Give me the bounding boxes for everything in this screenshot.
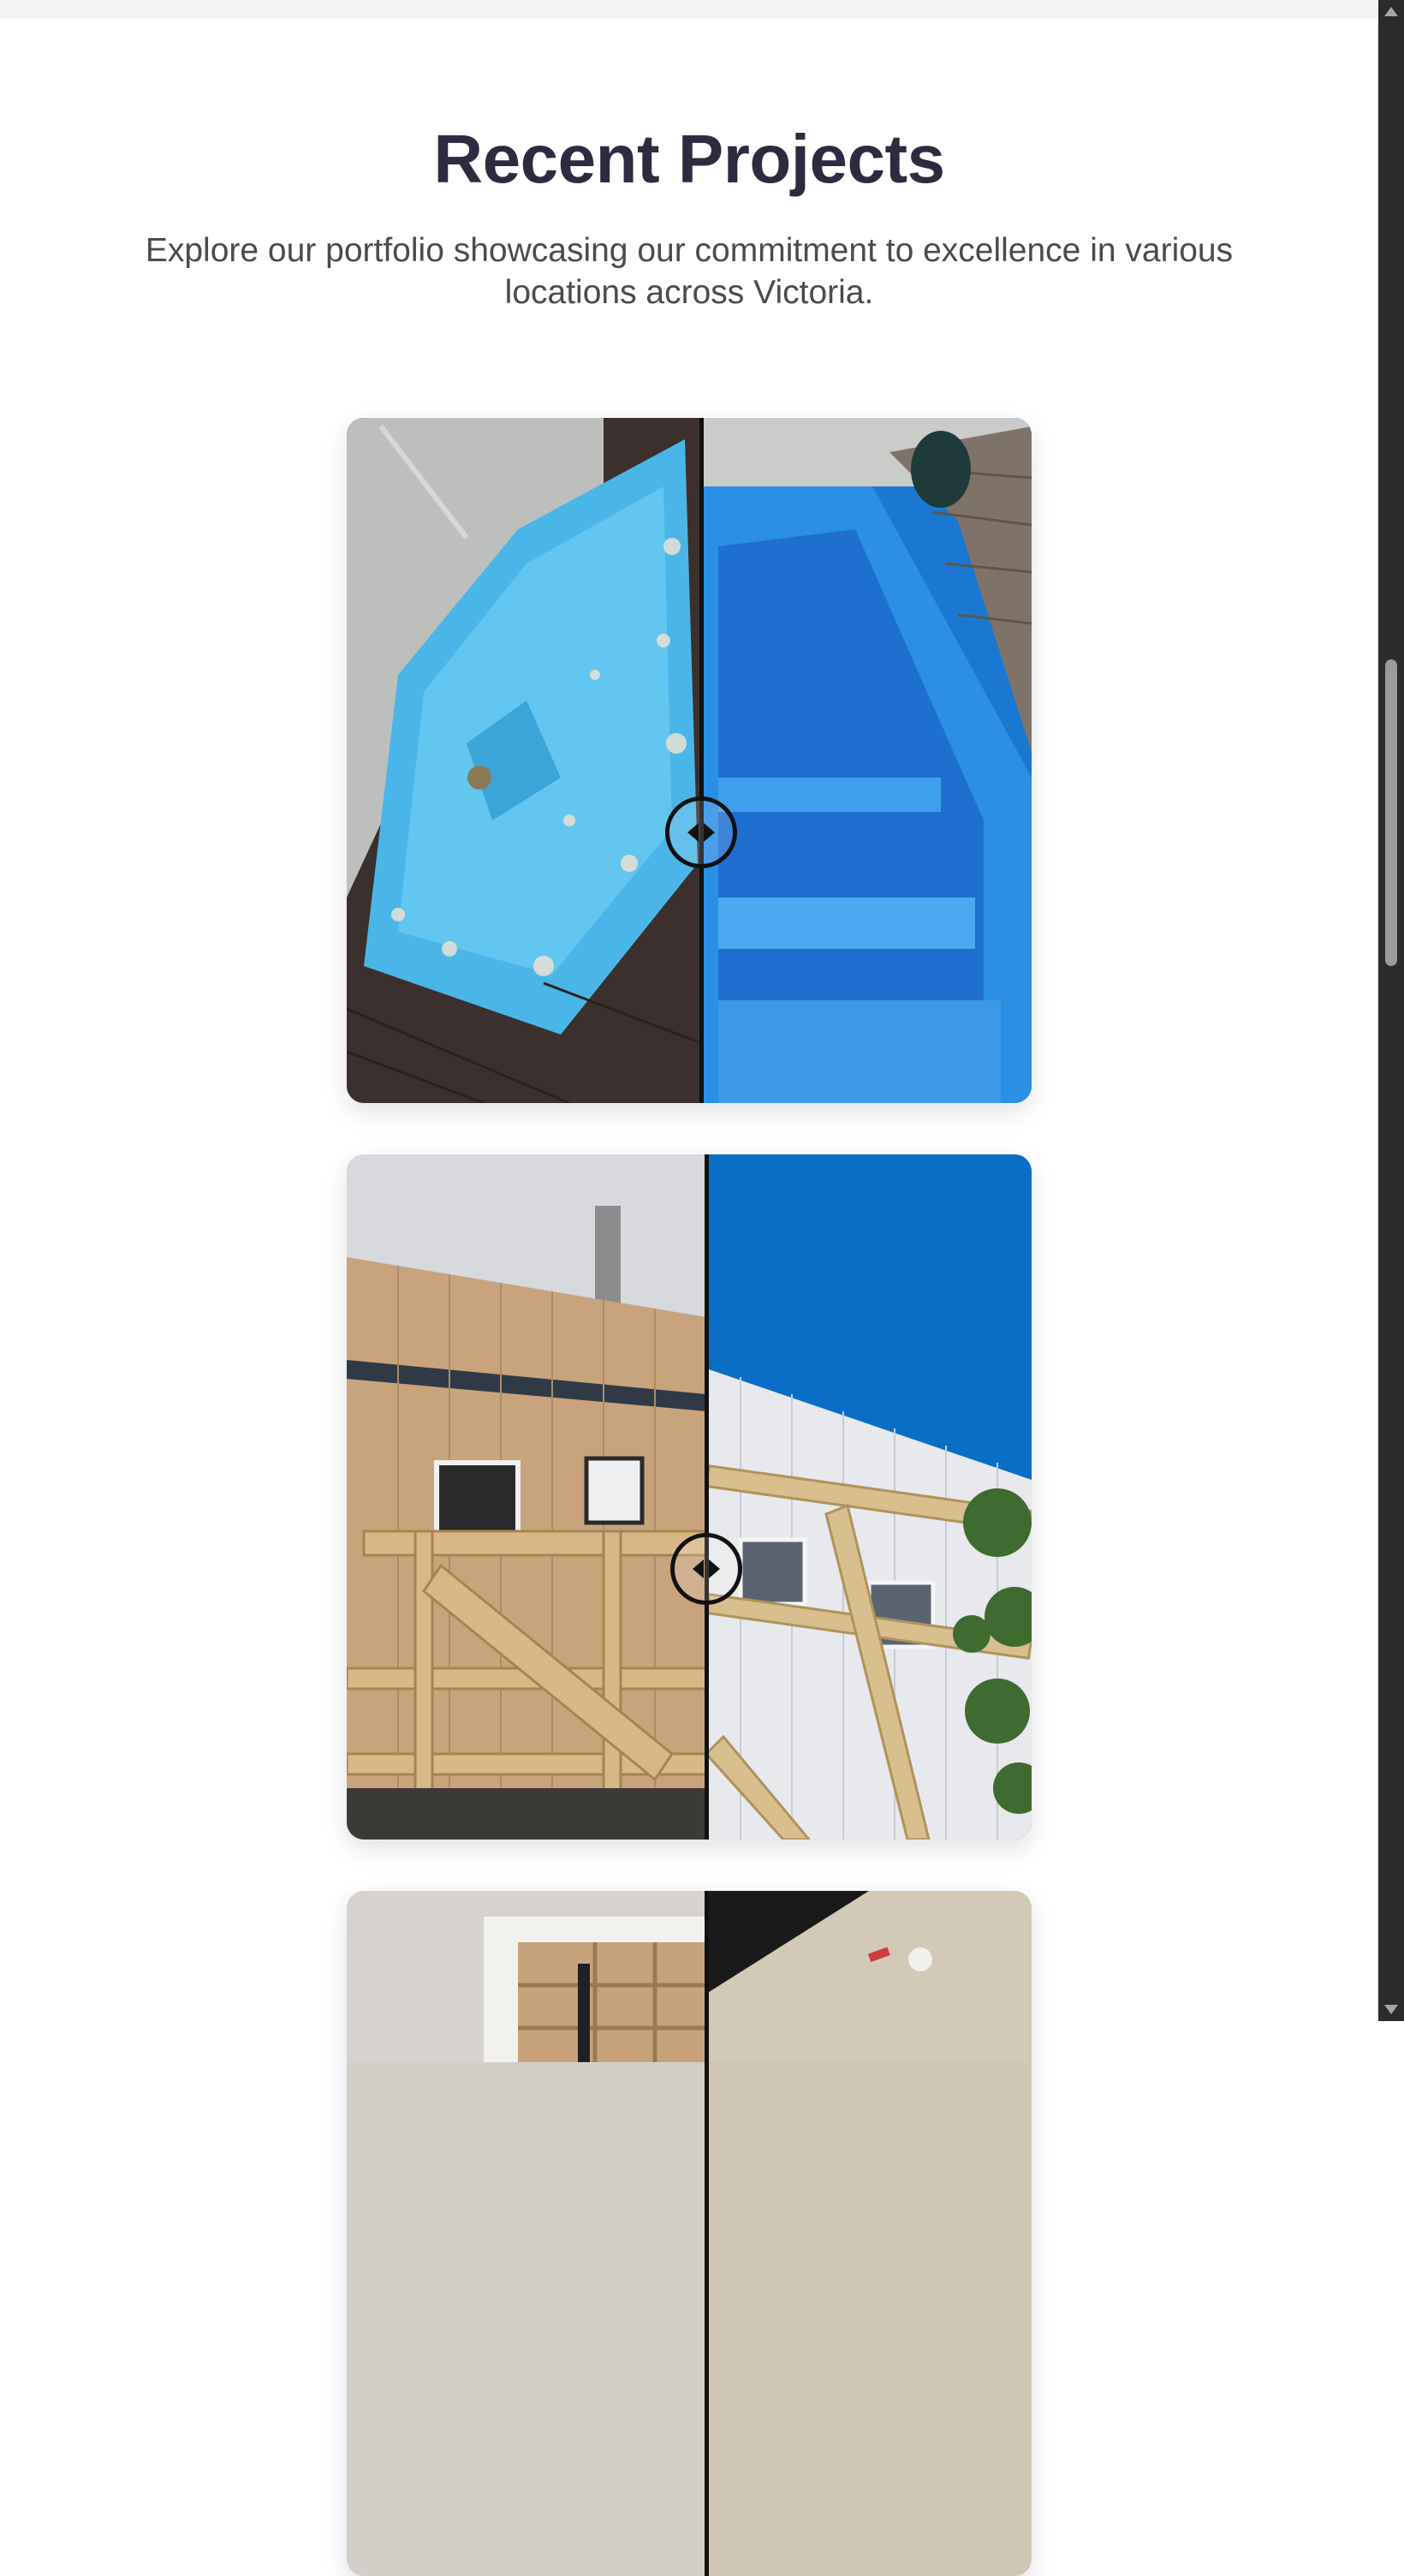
scroll-up-icon[interactable] xyxy=(1384,7,1398,16)
arrow-right-icon xyxy=(704,823,715,842)
before-image-art xyxy=(347,1154,708,1840)
arrow-left-icon xyxy=(687,823,699,842)
projects-section: Recent Projects Explore our portfolio sh… xyxy=(0,19,1378,2576)
after-image xyxy=(701,418,1032,1103)
scrollbar-thumb[interactable] xyxy=(1385,659,1397,966)
before-image-art xyxy=(347,418,702,1103)
comparison-divider[interactable] xyxy=(699,418,704,1103)
after-image-art xyxy=(706,1891,1032,2062)
before-image-art xyxy=(347,1891,706,2062)
left-right-arrows-icon[interactable] xyxy=(670,1533,742,1605)
after-image xyxy=(706,1891,1032,2576)
section-subtitle: Explore our portfolio showcasing our com… xyxy=(145,232,1234,311)
project-comparison-1[interactable] xyxy=(347,418,1032,1103)
before-image xyxy=(347,1891,706,2576)
arrow-left-icon xyxy=(693,1559,704,1578)
top-bar xyxy=(0,0,1378,19)
project-comparison-3[interactable] xyxy=(347,1891,1032,2576)
project-comparison-2[interactable] xyxy=(347,1154,1032,1840)
comparison-divider[interactable] xyxy=(705,1891,709,2576)
vertical-scrollbar[interactable] xyxy=(1378,0,1404,2021)
section-title: Recent Projects xyxy=(433,121,945,197)
before-image xyxy=(347,1154,708,1840)
comparison-divider[interactable] xyxy=(705,1154,709,1840)
after-image xyxy=(704,1154,1032,1840)
after-image-art xyxy=(704,1154,1032,1840)
arrow-right-icon xyxy=(709,1559,720,1578)
scroll-down-icon[interactable] xyxy=(1384,2005,1398,2014)
after-image-art xyxy=(701,418,1032,1103)
left-right-arrows-icon[interactable] xyxy=(665,796,737,868)
before-image xyxy=(347,418,702,1103)
